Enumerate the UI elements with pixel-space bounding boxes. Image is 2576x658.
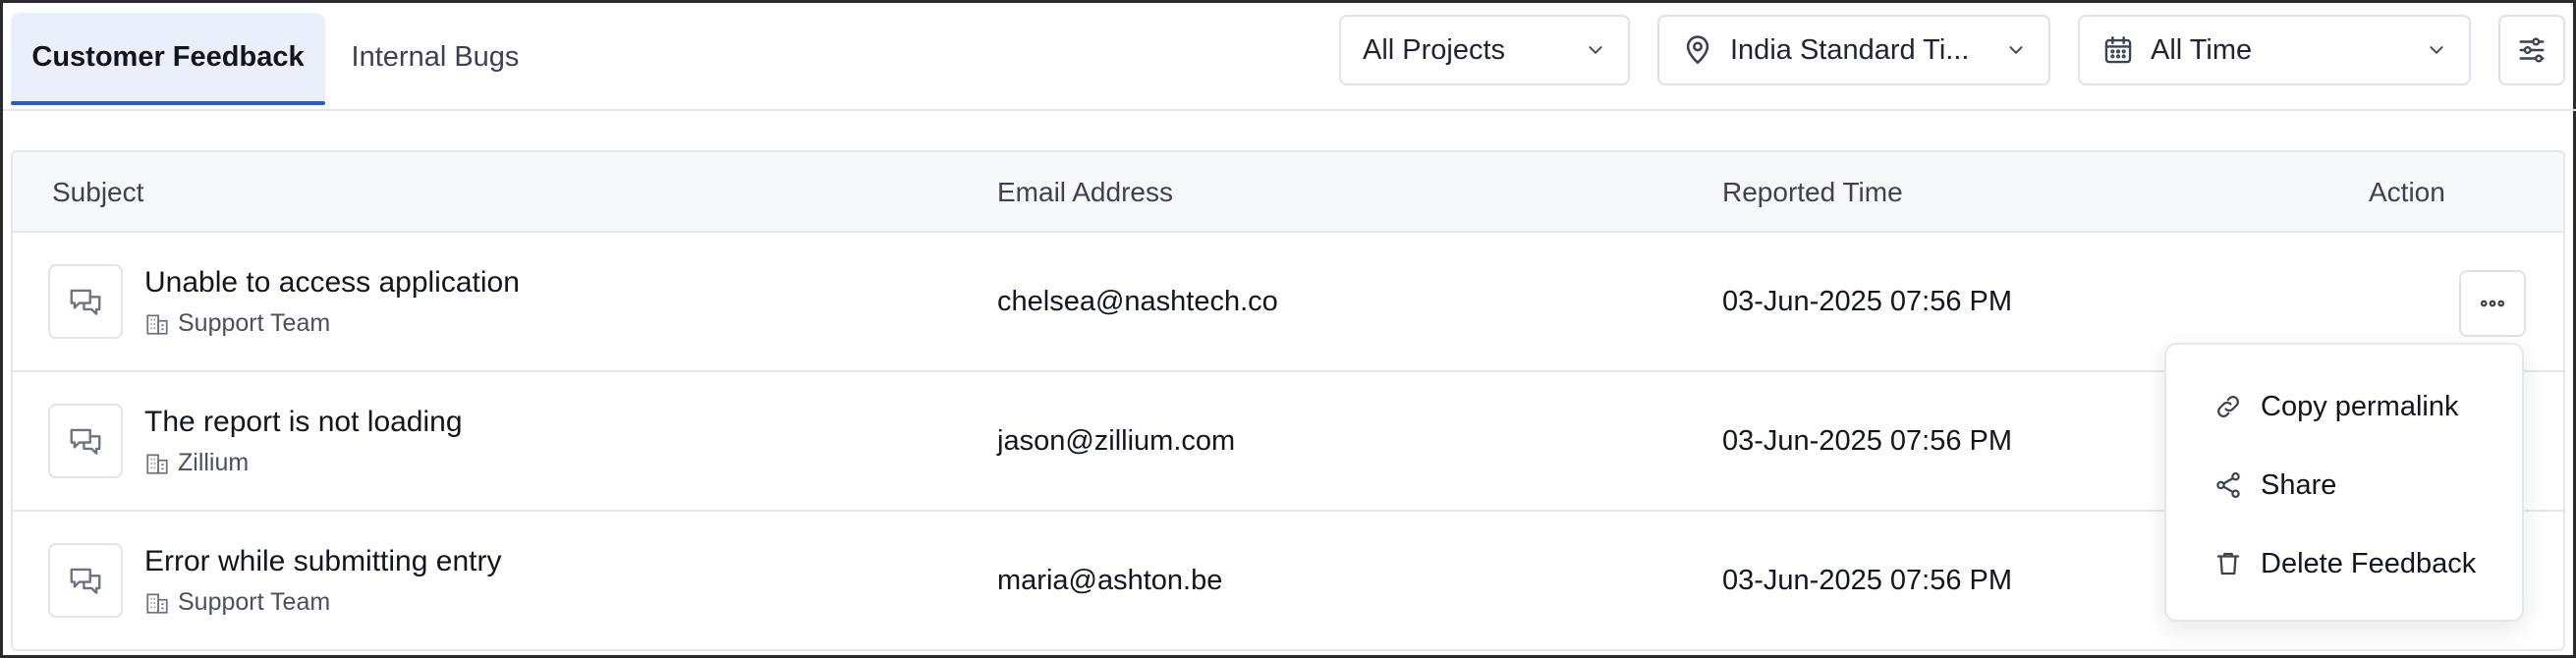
feedback-team: Zillium [144,449,249,477]
feedback-subject[interactable]: The report is not loading [144,406,463,439]
chat-bubbles-icon [48,264,123,339]
menu-item-share[interactable]: Share [2166,451,2522,520]
chat-bubbles-icon [48,404,123,478]
top-bar: Customer Feedback Internal Bugs All Proj… [3,3,2576,111]
app-frame: Customer Feedback Internal Bugs All Proj… [0,0,2576,658]
time-range-filter-dropdown[interactable]: All Time [2078,15,2471,85]
feedback-team: Support Team [144,309,330,338]
menu-item-label: Copy permalink [2261,390,2459,422]
building-icon [146,453,168,474]
projects-filter-dropdown[interactable]: All Projects [1339,15,1630,85]
feedback-team: Support Team [144,588,330,617]
trash-icon [2216,552,2240,576]
building-icon [146,313,168,335]
location-pin-icon [1686,35,1709,65]
column-header-reported-time: Reported Time [1722,177,1903,207]
action-dropdown-menu: Copy permalink Share Delete Feedback [2164,343,2524,622]
more-horizontal-icon [2480,300,2505,307]
feedback-subject[interactable]: Error while submitting entry [144,545,501,578]
link-icon [2217,396,2239,417]
feedback-subject[interactable]: Unable to access application [144,266,520,300]
menu-item-copy-permalink[interactable]: Copy permalink [2166,372,2522,441]
column-header-email: Email Address [997,177,1173,207]
menu-item-delete-feedback[interactable]: Delete Feedback [2166,529,2522,598]
timezone-filter-dropdown[interactable]: India Standard Ti... [1657,15,2050,85]
building-icon [146,592,168,614]
menu-item-label: Share [2261,468,2337,501]
table-header: Subject Email Address Reported Time Acti… [13,152,2563,233]
filter-settings-button[interactable] [2498,15,2565,85]
menu-item-label: Delete Feedback [2261,547,2477,579]
chat-bubbles-icon [48,543,123,618]
chevron-down-icon [2009,46,2023,54]
projects-filter-label: All Projects [1363,33,1506,66]
time-range-filter-label: All Time [2151,33,2253,66]
chevron-down-icon [1589,46,1602,54]
tab-internal-bugs[interactable]: Internal Bugs [332,13,538,101]
feedback-reported-time: 03-Jun-2025 07:56 PM [1722,424,2013,457]
column-header-action: Action [2369,177,2445,207]
chevron-down-icon [2430,46,2443,54]
more-actions-button[interactable] [2459,270,2526,337]
feedback-team-label: Support Team [178,309,331,337]
column-header-subject: Subject [52,177,144,207]
share-icon [2216,472,2240,498]
feedback-email: maria@ashton.be [997,564,1223,596]
feedback-email: chelsea@nashtech.co [997,285,1278,317]
feedback-team-label: Zillium [178,449,250,476]
tab-customer-feedback[interactable]: Customer Feedback [11,13,325,105]
timezone-filter-label: India Standard Ti... [1730,33,1970,66]
sliders-icon [2519,37,2545,63]
feedback-email: jason@zillium.com [997,424,1236,457]
feedback-reported-time: 03-Jun-2025 07:56 PM [1722,564,2013,596]
feedback-team-label: Support Team [178,588,331,616]
calendar-icon [2104,36,2132,64]
feedback-reported-time: 03-Jun-2025 07:56 PM [1722,285,2013,317]
